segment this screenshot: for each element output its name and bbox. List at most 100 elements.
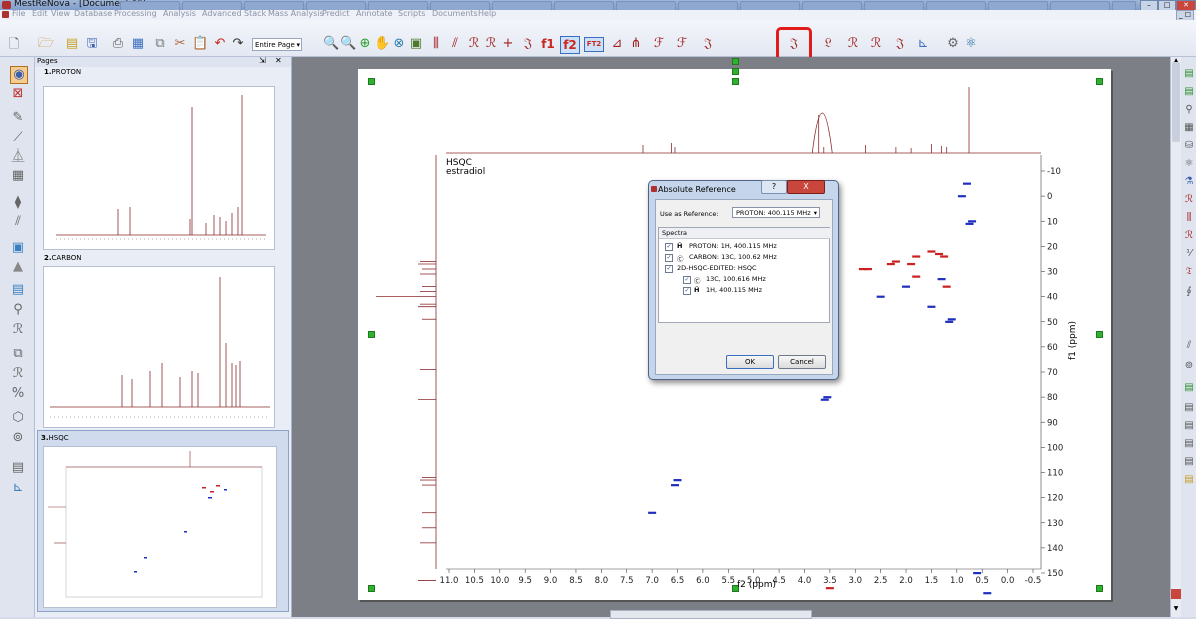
image-icon[interactable]: ▤ [10, 282, 26, 298]
favorites-panel-icon[interactable]: ▤ [1183, 474, 1195, 486]
peaks-panel-icon[interactable]: ℛ [1183, 230, 1195, 242]
percent-icon[interactable]: % [10, 386, 26, 402]
chart-icon[interactable]: ⊾ [915, 36, 931, 52]
f2-button[interactable]: f2 [560, 36, 580, 54]
redo-icon[interactable]: ↷ [230, 36, 246, 52]
pin-icon[interactable]: ⇲ [259, 56, 266, 65]
spectrum-item-hsqc[interactable]: 2D-HSQC-EDITED: HSQC [677, 264, 757, 272]
checkbox-proton[interactable]: ✓ [665, 243, 673, 251]
assignments-panel-icon[interactable]: ⅟ [1183, 248, 1195, 260]
full-view-icon[interactable]: ⊕ [357, 36, 373, 52]
zoom-in-icon[interactable]: 🔍 [323, 36, 339, 52]
spectrum-tool-icon[interactable]: ⧫ [10, 195, 26, 211]
checkbox-hsqc-1h[interactable]: ✓ [683, 287, 691, 295]
molecule-tool-icon[interactable]: ⊚ [10, 430, 26, 446]
open-icon[interactable]: ▤ [64, 36, 80, 52]
ok-button[interactable]: OK [726, 355, 774, 369]
baseline-icon[interactable]: ⋔ [628, 36, 644, 52]
new-document-icon[interactable]: 🗋 [6, 37, 22, 53]
grid-icon[interactable]: ▣ [10, 240, 26, 256]
hexagon-icon[interactable]: ⬡ [10, 410, 26, 426]
mountain-icon[interactable]: ▲ [10, 259, 26, 275]
print-preview-icon[interactable]: ▦ [130, 36, 146, 52]
stack-panel-icon[interactable]: ⊚ [1183, 360, 1195, 372]
vertical-scrollbar[interactable]: ▲ ▼ [1171, 57, 1181, 617]
help-button[interactable]: ? [761, 180, 787, 194]
menu-view[interactable]: View [51, 9, 70, 18]
zoom-region-icon[interactable]: ⊗ [391, 36, 407, 52]
integration-icon[interactable]: ⫽ [447, 36, 463, 52]
page-2-title[interactable]: 2.CARBON [44, 254, 82, 262]
annotation-tool-icon[interactable]: ⫽ [10, 214, 26, 230]
menu-analysis[interactable]: Analysis [163, 9, 196, 18]
report-icon[interactable]: ⊾ [10, 480, 26, 496]
close-panel-icon[interactable]: ✕ [275, 56, 282, 65]
zoom-select[interactable]: Entire Page ▾ [252, 38, 302, 51]
checkbox-hsqc-13c[interactable]: ✓ [683, 276, 691, 284]
paste-icon[interactable]: 📋 [192, 36, 208, 52]
spectrum-item-carbon[interactable]: CARBON: 13C, 100.62 MHz [689, 253, 777, 261]
rotate-handle[interactable] [732, 58, 739, 65]
undo-icon[interactable]: ↶ [212, 36, 228, 52]
page-3-title[interactable]: 3.HSQC [41, 434, 69, 442]
molecule-panel-icon[interactable]: ⚛ [1183, 158, 1195, 170]
menu-file[interactable]: File [12, 9, 25, 18]
page-1-title[interactable]: 1.PROTON [44, 68, 81, 76]
crosshair-icon[interactable]: + [500, 36, 516, 52]
database-panel-icon[interactable]: ⛁ [1183, 140, 1195, 152]
report-panel-icon[interactable]: ▤ [1183, 402, 1195, 414]
horizontal-scrollbar[interactable] [610, 610, 812, 619]
scroll-down-icon[interactable]: ▼ [1172, 605, 1180, 613]
data-panel-icon[interactable]: ▤ [1183, 438, 1195, 450]
text-tool-icon[interactable]: ▦ [10, 168, 26, 184]
multiplet-manual-icon[interactable]: ℛ [483, 36, 499, 52]
peak-picking-icon[interactable]: ⫼ [428, 36, 444, 52]
close-dialog-button[interactable]: X [787, 180, 825, 194]
verification-panel-icon[interactable]: ⫽ [1183, 340, 1195, 352]
symmetrize-icon[interactable]: 𝔏 [820, 36, 836, 52]
history-panel-icon[interactable]: ∮ [1183, 286, 1195, 298]
deconvolution-icon[interactable]: ℛ [845, 36, 861, 52]
multiplets-panel-icon[interactable]: ℛ [1183, 194, 1195, 206]
absolute-reference-icon[interactable]: 𝔍 [700, 36, 716, 52]
page-3-thumbnail[interactable] [43, 446, 277, 608]
table-view-icon[interactable]: ⊠ [10, 86, 26, 102]
prediction-panel-icon[interactable]: ⚗ [1183, 176, 1195, 188]
document-icon[interactable]: ▤ [10, 460, 26, 476]
draw-shape-icon[interactable]: ⏅ [10, 149, 26, 165]
cut-icon[interactable]: ✂ [172, 36, 188, 52]
checkbox-hsqc[interactable]: ✓ [665, 265, 673, 273]
menu-database[interactable]: Database [74, 9, 112, 18]
processing-icon[interactable]: ℛ [868, 36, 884, 52]
apodization-icon[interactable]: ℱ [651, 36, 667, 52]
zoom-out-icon[interactable]: 🔍 [340, 36, 356, 52]
multiplet-icon[interactable]: ℛ [466, 36, 482, 52]
menu-help[interactable]: Help [478, 9, 496, 18]
menu-processing[interactable]: Processing [114, 9, 157, 18]
integrals-panel-icon[interactable]: ⫼ [1183, 212, 1195, 224]
settings-icon[interactable]: ⚙ [945, 36, 961, 52]
spectrum-item-hsqc-13c[interactable]: 13C, 100.616 MHz [706, 275, 766, 283]
checkbox-carbon[interactable]: ✓ [665, 254, 673, 262]
menu-annotate[interactable]: Annotate [356, 9, 393, 18]
notes-panel-icon[interactable]: ▤ [1183, 456, 1195, 468]
cancel-button[interactable]: Cancel [778, 355, 826, 369]
menu-stack[interactable]: Stack [244, 9, 266, 18]
arrange-icon[interactable]: ⚲ [10, 302, 26, 318]
scrollbar-thumb[interactable] [1172, 62, 1180, 142]
spectrum-panel-icon[interactable]: ▤ [1183, 68, 1195, 80]
page-1-thumbnail[interactable] [43, 86, 275, 250]
f1-button[interactable]: f1 [538, 36, 558, 52]
draw-line-icon[interactable]: ⟋ [10, 130, 26, 146]
table-panel-icon[interactable]: ▦ [1183, 122, 1195, 134]
pages-view-icon[interactable]: ◉ [10, 66, 28, 84]
processing-panel-icon[interactable]: ▤ [1183, 86, 1195, 98]
spectrum-item-proton[interactable]: PROTON: 1H, 400.115 MHz [689, 242, 777, 250]
menu-edit[interactable]: Edit [32, 9, 48, 18]
menu-predict[interactable]: Predict [322, 9, 350, 18]
script-panel-icon[interactable]: ▤ [1183, 382, 1195, 394]
open-folder-icon[interactable]: 🗁 [38, 36, 54, 52]
flip-icon[interactable]: ℛ [10, 322, 26, 338]
spectrum-item-hsqc-1h[interactable]: 1H, 400.115 MHz [706, 286, 762, 294]
menu-advanced[interactable]: Advanced [202, 9, 242, 18]
